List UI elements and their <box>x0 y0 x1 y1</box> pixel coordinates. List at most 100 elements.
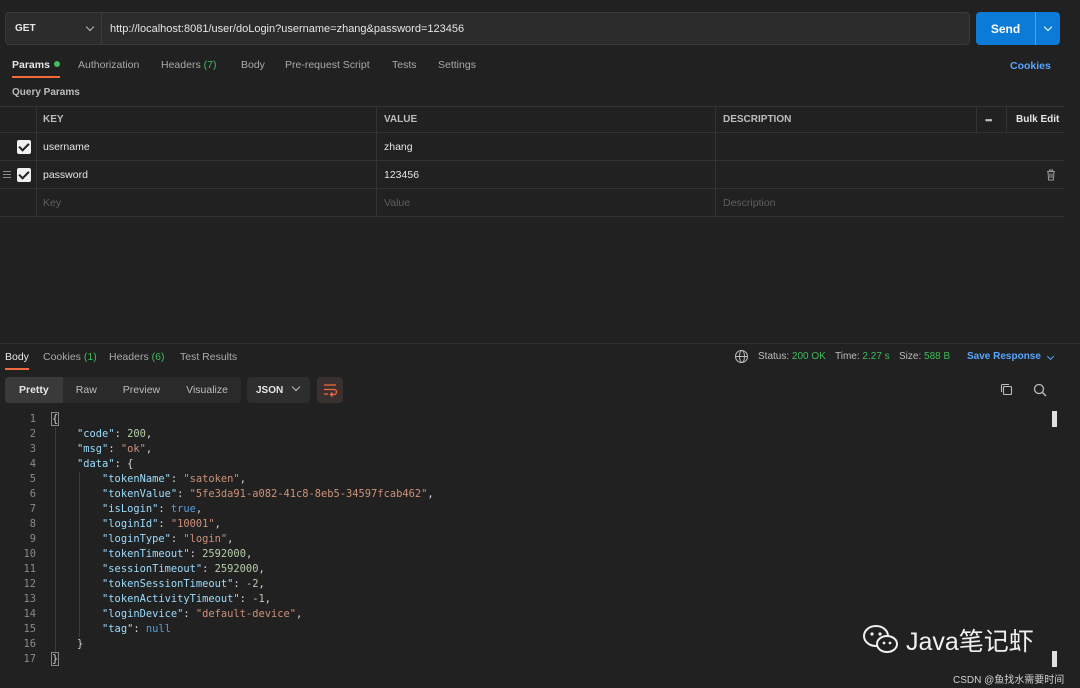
code-line: 5 "tokenName": "satoken", <box>0 472 1050 487</box>
view-preview-button[interactable]: Preview <box>110 377 173 403</box>
tab-params[interactable]: Params <box>12 59 60 78</box>
tab-body[interactable]: Body <box>241 59 265 71</box>
format-select[interactable]: JSON <box>247 377 310 403</box>
line-number: 16 <box>23 638 36 650</box>
column-header-value: VALUE <box>384 114 418 125</box>
line-number: 7 <box>29 503 36 515</box>
code-line: 6 "tokenValue": "5fe3da91-a082-41c8-8eb5… <box>0 487 1050 502</box>
wechat-watermark: Java笔记虾 <box>862 622 1034 658</box>
tab-response-headers[interactable]: Headers (6) <box>109 351 164 363</box>
code-line: 1{ <box>0 412 1050 427</box>
time-value: 2.27 s <box>862 351 890 362</box>
line-number: 5 <box>29 473 36 485</box>
code-line: 2 "code": 200, <box>0 427 1050 442</box>
drag-handle-icon[interactable] <box>3 171 11 178</box>
tab-response-headers-label: Headers <box>109 351 149 363</box>
status-label: Status: <box>758 351 790 362</box>
code-line: 10 "tokenTimeout": 2592000, <box>0 547 1050 562</box>
tab-tests[interactable]: Tests <box>392 59 417 71</box>
status-indicator[interactable]: Status: 200 OK <box>758 351 826 362</box>
code-text: { <box>50 412 60 426</box>
code-line: 14 "loginDevice": "default-device", <box>0 607 1050 622</box>
save-response-button[interactable]: Save Response <box>967 351 1054 362</box>
cookies-link[interactable]: Cookies <box>1010 60 1051 72</box>
tab-response-cookies[interactable]: Cookies (1) <box>43 351 97 363</box>
line-number: 3 <box>29 443 36 455</box>
request-tabs: Params Authorization Headers (7) Body Pr… <box>0 57 1080 78</box>
new-key-input[interactable]: Key <box>43 189 61 216</box>
view-pretty-button[interactable]: Pretty <box>5 377 63 403</box>
method-label: GET <box>15 23 36 34</box>
view-raw-button[interactable]: Raw <box>63 377 110 403</box>
code-text: "tokenValue": "5fe3da91-a082-41c8-8eb5-3… <box>52 488 434 500</box>
code-line: 8 "loginId": "10001", <box>0 517 1050 532</box>
active-tab-indicator <box>5 368 29 370</box>
row-checkbox[interactable] <box>17 140 31 154</box>
code-line: 3 "msg": "ok", <box>0 442 1050 457</box>
line-number: 13 <box>23 593 36 605</box>
status-value: 200 OK <box>791 351 826 362</box>
copy-icon[interactable] <box>1000 383 1013 396</box>
tab-settings[interactable]: Settings <box>438 59 476 71</box>
row-checkbox[interactable] <box>17 168 31 182</box>
chevron-down-icon <box>291 382 301 392</box>
view-visualize-button[interactable]: Visualize <box>173 377 241 403</box>
line-number: 2 <box>29 428 36 440</box>
line-number: 9 <box>29 533 36 545</box>
code-text: "tokenTimeout": 2592000, <box>52 548 253 560</box>
param-key[interactable]: password <box>43 161 88 188</box>
code-line: 12 "tokenSessionTimeout": -2, <box>0 577 1050 592</box>
more-options-button[interactable]: ••• <box>985 107 993 132</box>
param-value[interactable]: zhang <box>384 133 413 160</box>
bulk-edit-button[interactable]: Bulk Edit <box>1016 107 1059 132</box>
line-number: 8 <box>29 518 36 530</box>
vertical-scrollbar-thumb[interactable] <box>1052 651 1057 667</box>
line-number: 6 <box>29 488 36 500</box>
trash-icon[interactable] <box>1046 169 1056 181</box>
column-header-description: DESCRIPTION <box>723 114 792 125</box>
line-number: 11 <box>23 563 36 575</box>
wrap-lines-button[interactable] <box>317 377 343 403</box>
send-button[interactable]: Send <box>976 12 1036 45</box>
search-icon[interactable] <box>1033 383 1047 397</box>
vertical-scrollbar-thumb[interactable] <box>1052 411 1057 427</box>
wrap-lines-icon <box>324 384 338 397</box>
tab-headers[interactable]: Headers (7) <box>161 59 216 71</box>
tab-response-body[interactable]: Body <box>5 351 29 370</box>
tab-test-results[interactable]: Test Results <box>180 351 237 363</box>
method-select[interactable]: GET <box>6 13 102 44</box>
size-indicator[interactable]: Size: 588 B <box>899 351 950 362</box>
tab-prerequest-script[interactable]: Pre-request Script <box>285 59 370 71</box>
tab-authorization[interactable]: Authorization <box>78 59 139 71</box>
query-params-table: KEY VALUE DESCRIPTION ••• Bulk Edit user… <box>0 106 1064 217</box>
request-url-bar: GET http://localhost:8081/user/doLogin?u… <box>5 12 970 45</box>
code-text: } <box>50 652 60 666</box>
tab-response-cookies-label: Cookies <box>43 351 81 363</box>
url-input[interactable]: http://localhost:8081/user/doLogin?usern… <box>102 13 969 44</box>
code-text: "loginId": "10001", <box>52 518 221 530</box>
new-value-input[interactable]: Value <box>384 189 410 216</box>
time-indicator[interactable]: Time: 2.27 s <box>835 351 890 362</box>
table-row-empty: Key Value Description <box>0 189 1064 217</box>
line-number: 1 <box>29 413 36 425</box>
line-number: 12 <box>23 578 36 590</box>
time-label: Time: <box>835 351 860 362</box>
size-label: Size: <box>899 351 922 362</box>
send-options-button[interactable] <box>1036 12 1060 45</box>
globe-icon[interactable] <box>735 350 748 363</box>
line-number: 10 <box>23 548 36 560</box>
table-row: username zhang <box>0 133 1064 161</box>
format-select-label: JSON <box>256 384 284 396</box>
code-text: "tokenSessionTimeout": -2, <box>52 578 265 590</box>
param-key[interactable]: username <box>43 133 90 160</box>
size-value: 588 B <box>924 351 951 362</box>
chevron-down-icon <box>85 22 95 32</box>
response-divider[interactable] <box>0 343 1080 344</box>
params-active-dot <box>53 61 60 67</box>
new-description-input[interactable]: Description <box>723 189 776 216</box>
param-value[interactable]: 123456 <box>384 161 419 188</box>
tab-headers-count: (7) <box>203 59 217 71</box>
code-line: 9 "loginType": "login", <box>0 532 1050 547</box>
code-text: "isLogin": true, <box>52 503 203 515</box>
line-number: 14 <box>23 608 36 620</box>
